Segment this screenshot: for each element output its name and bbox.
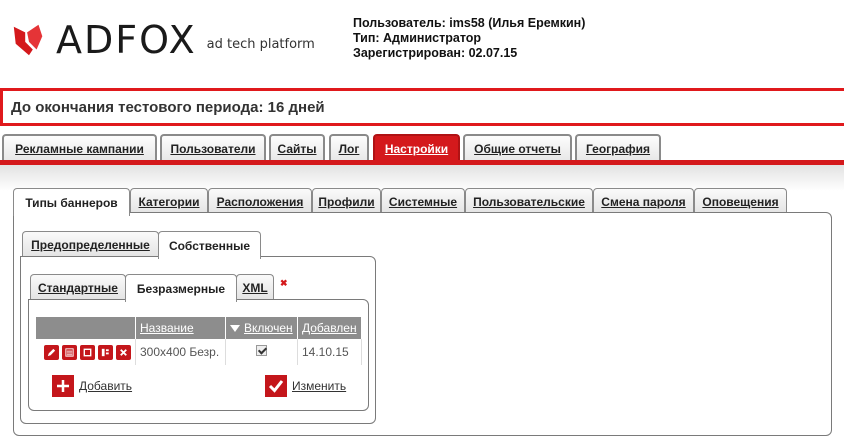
tab-profiles[interactable]: Профили <box>312 188 381 214</box>
trial-banner: До окончания тестового периода: 16 дней <box>0 88 844 126</box>
tab-xml[interactable]: XML <box>236 274 274 300</box>
brand-tagline: ad tech platform <box>206 36 315 52</box>
adfox-logo-icon <box>13 24 43 56</box>
edit-pencil-icon[interactable] <box>44 344 59 360</box>
square-icon[interactable] <box>80 344 95 360</box>
logo: ADFOX ad tech platform <box>10 18 315 62</box>
user-type: Тип: Администратор <box>353 31 482 45</box>
list-icon[interactable] <box>62 344 77 360</box>
delete-icon[interactable] <box>116 344 131 360</box>
row-added: 14.10.15 <box>297 339 362 365</box>
enabled-checkbox[interactable] <box>256 345 267 356</box>
column-name[interactable]: Название <box>135 317 226 339</box>
column-enabled[interactable]: Включен <box>225 317 298 339</box>
row-actions <box>36 339 136 365</box>
tab-placements[interactable]: Расположения <box>208 188 312 214</box>
tab-change-password[interactable]: Смена пароля <box>593 188 694 214</box>
tab-sizeless[interactable]: Безразмерные <box>125 274 237 302</box>
checkmark-icon <box>265 375 287 397</box>
row-enabled <box>225 339 298 365</box>
tab-own[interactable]: Собственные <box>158 231 261 259</box>
banner-types-table: Название Включен Добавлен 300x400 Безр. … <box>36 317 362 365</box>
brand-name: ADFOX <box>56 18 197 62</box>
tab-custom[interactable]: Пользовательские <box>465 188 593 214</box>
tab-log[interactable]: Лог <box>329 134 369 162</box>
tab-users[interactable]: Пользователи <box>160 134 266 162</box>
tab-categories[interactable]: Категории <box>130 188 208 214</box>
main-nav: Рекламные кампании Пользователи Сайты Ло… <box>0 134 844 162</box>
tab-settings[interactable]: Настройки <box>373 134 460 162</box>
tab-system[interactable]: Системные <box>381 188 465 214</box>
table-header-row: Название Включен Добавлен <box>36 317 362 339</box>
tab-sites[interactable]: Сайты <box>269 134 325 162</box>
edit-button[interactable]: Изменить <box>265 375 346 397</box>
row-name: 300x400 Безр. <box>135 339 226 365</box>
table-row: 300x400 Безр. 14.10.15 <box>36 339 362 365</box>
tab-predefined[interactable]: Предопределенные <box>22 231 159 257</box>
properties-icon[interactable] <box>98 344 113 360</box>
tab-campaigns[interactable]: Рекламные кампании <box>2 134 157 162</box>
plus-icon <box>52 375 74 397</box>
tab-standard[interactable]: Стандартные <box>30 274 126 300</box>
tab-banner-types[interactable]: Типы баннеров <box>13 188 130 216</box>
actions-column-header <box>36 317 136 339</box>
trial-banner-text: До окончания тестового периода: 16 дней <box>11 98 325 116</box>
user-info: Пользователь: ims58 (Илья Еремкин) Тип: … <box>353 16 585 61</box>
user-name: Пользователь: ims58 (Илья Еремкин) <box>353 16 586 30</box>
sort-down-icon <box>230 325 240 333</box>
tab-geography[interactable]: География <box>575 134 661 162</box>
tab-notifications[interactable]: Оповещения <box>694 188 787 214</box>
add-button[interactable]: Добавить <box>52 375 132 397</box>
column-added[interactable]: Добавлен <box>297 317 362 339</box>
tab-general-reports[interactable]: Общие отчеты <box>463 134 572 162</box>
close-icon[interactable]: ✖ <box>280 278 288 289</box>
user-registered: Зарегистрирован: 02.07.15 <box>353 46 518 60</box>
